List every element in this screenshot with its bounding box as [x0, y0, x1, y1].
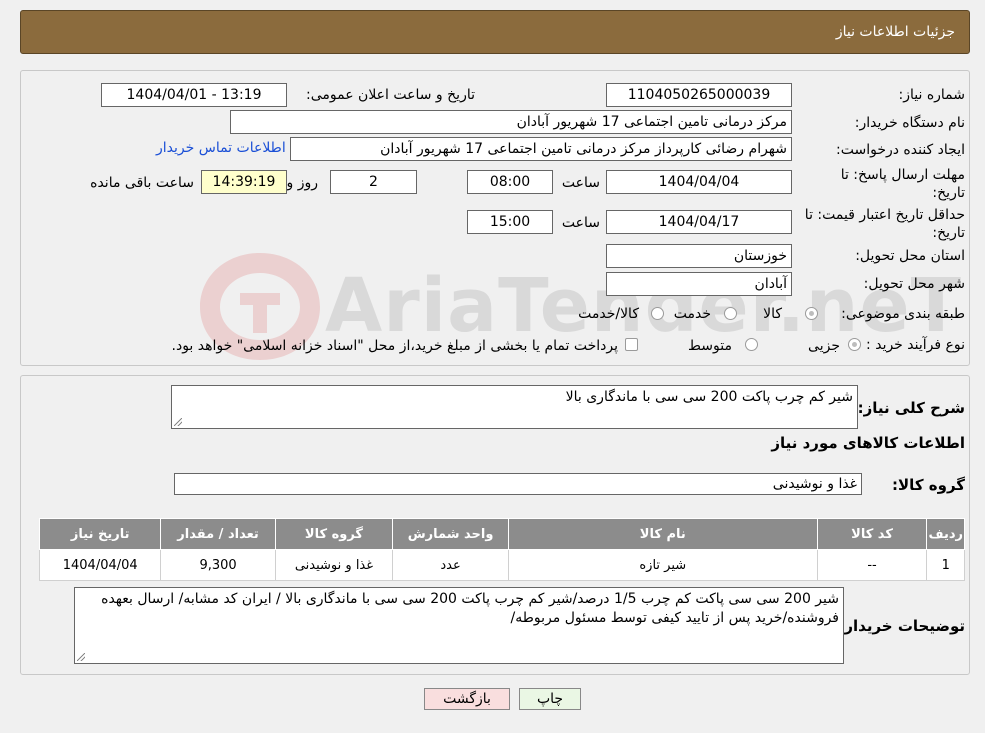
need-number-field: 1104050265000039	[606, 83, 792, 107]
creator-field: شهرام رضائی کارپرداز مرکز درمانی تامین ا…	[290, 137, 792, 161]
validity-time-field: 15:00	[467, 210, 553, 234]
category-option-goods: کالا	[763, 306, 782, 322]
buyer-contact-link[interactable]: اطلاعات تماس خریدار	[156, 140, 286, 156]
days-label: روز و	[286, 175, 319, 191]
cell-row: 1	[926, 549, 965, 581]
cell-unit: عدد	[392, 549, 509, 581]
process-radio-medium[interactable]	[745, 338, 758, 351]
cell-code: --	[816, 549, 928, 581]
buyer-org-field: مرکز درمانی تامین اجتماعی 17 شهریور آباد…	[230, 110, 792, 134]
creator-label: ایجاد کننده درخواست:	[836, 142, 965, 158]
buyer-notes-text: شیر 200 سی سی پاکت کم چرب 1/5 درصد/شیر ک…	[101, 591, 839, 626]
city-field: آبادان	[606, 272, 792, 296]
buyer-notes-textarea[interactable]: شیر 200 سی سی پاکت کم چرب 1/5 درصد/شیر ک…	[74, 587, 844, 664]
process-treasury-checkbox[interactable]	[625, 338, 638, 351]
summary-label: شرح کلی نیاز:	[857, 399, 965, 417]
resize-grip-icon[interactable]	[174, 418, 182, 426]
process-option-medium: متوسط	[688, 338, 732, 354]
reply-time-field: 08:00	[467, 170, 553, 194]
category-radio-goods[interactable]	[805, 307, 818, 320]
goods-group-field: غذا و نوشیدنی	[174, 473, 862, 495]
table-header-row: ردیف کد کالا نام کالا واحد شمارش گروه کا…	[38, 518, 965, 550]
remaining-label: ساعت باقی مانده	[90, 175, 194, 191]
back-button[interactable]: بازگشت	[424, 688, 510, 710]
reply-date-field: 1404/04/04	[606, 170, 792, 194]
days-field: 2	[330, 170, 417, 194]
need-number-label: شماره نیاز:	[898, 87, 966, 103]
reply-deadline-label-2: تاریخ:	[932, 185, 965, 201]
province-label: استان محل تحویل:	[855, 248, 965, 264]
col-row: ردیف	[926, 518, 965, 550]
page-header: جزئیات اطلاعات نیاز	[20, 10, 970, 54]
process-radio-minor[interactable]	[848, 338, 861, 351]
category-option-goods-service: کالا/خدمت	[578, 306, 639, 322]
category-radio-service[interactable]	[724, 307, 737, 320]
province-field: خوزستان	[606, 244, 792, 268]
items-table: ردیف کد کالا نام کالا واحد شمارش گروه کا…	[38, 518, 965, 581]
summary-text: شیر کم چرب پاکت 200 سی سی با ماندگاری با…	[565, 389, 853, 405]
cell-qty: 9,300	[160, 549, 276, 581]
goods-group-label: گروه کالا:	[892, 476, 965, 494]
summary-textarea[interactable]: شیر کم چرب پاکت 200 سی سی با ماندگاری با…	[171, 385, 858, 429]
col-date: تاریخ نیاز	[38, 518, 162, 550]
announce-label: تاریخ و ساعت اعلان عمومی:	[306, 87, 475, 103]
reply-deadline-label: مهلت ارسال پاسخ: تا	[840, 167, 965, 183]
goods-info-title: اطلاعات کالاهای مورد نیاز	[771, 434, 965, 452]
col-group: گروه کالا	[274, 518, 394, 550]
buyer-notes-label: توضیحات خریدار:	[838, 617, 965, 635]
validity-label-2: تاریخ:	[932, 225, 965, 241]
city-label: شهر محل تحویل:	[863, 276, 965, 292]
cell-date: 1404/04/04	[38, 549, 162, 581]
buyer-org-label: نام دستگاه خریدار:	[854, 115, 965, 131]
cell-group: غذا و نوشیدنی	[274, 549, 394, 581]
category-radio-goods-service[interactable]	[651, 307, 664, 320]
table-row: 1 -- شیر تازه عدد غذا و نوشیدنی 9,300 14…	[38, 549, 965, 581]
validity-label: حداقل تاریخ اعتبار قیمت: تا	[804, 207, 965, 223]
process-label: نوع فرآیند خرید :	[866, 337, 965, 353]
page-title: جزئیات اطلاعات نیاز	[835, 24, 955, 40]
col-unit: واحد شمارش	[392, 518, 509, 550]
cell-name: شیر تازه	[507, 549, 818, 581]
reply-time-label: ساعت	[561, 175, 600, 191]
remaining-time-field: 14:39:19	[201, 170, 287, 194]
print-button[interactable]: چاپ	[519, 688, 581, 710]
validity-time-label: ساعت	[561, 215, 600, 231]
col-code: کد کالا	[816, 518, 928, 550]
process-option-minor: جزیی	[808, 338, 840, 354]
col-name: نام کالا	[507, 518, 818, 550]
announce-field: 1404/04/01 - 13:19	[101, 83, 287, 107]
category-label: طبقه بندی موضوعی:	[841, 306, 965, 322]
category-option-service: خدمت	[673, 306, 711, 322]
resize-grip-icon[interactable]	[77, 653, 85, 661]
col-qty: تعداد / مقدار	[160, 518, 276, 550]
process-note: پرداخت تمام یا بخشی از مبلغ خرید،از محل …	[171, 338, 618, 354]
items-table-wrap: ردیف کد کالا نام کالا واحد شمارش گروه کا…	[38, 518, 965, 581]
validity-date-field: 1404/04/17	[606, 210, 792, 234]
